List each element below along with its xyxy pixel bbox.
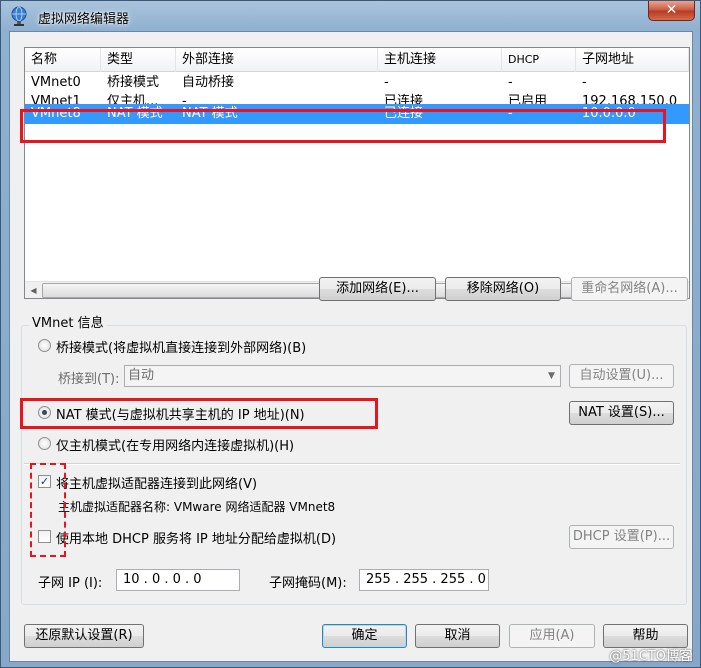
cell-subnet: 192.168.150.0: [582, 94, 678, 104]
close-button[interactable]: ✕: [648, 1, 695, 21]
adapter-name-label: 主机虚拟适配器名称: VMware 网络适配器 VMnet8: [58, 500, 336, 514]
bridged-mode-radio[interactable]: [38, 339, 51, 352]
vmnet-info-label: VMnet 信息: [29, 312, 107, 331]
subnet-mask-input[interactable]: 255 . 255 . 255 . 0: [359, 569, 489, 591]
cell-subnet: -: [582, 75, 587, 90]
subnet-ip-input[interactable]: 10 . 0 . 0 . 0: [116, 569, 240, 591]
cell-external: -: [182, 94, 187, 104]
cancel-button[interactable]: 取消: [415, 624, 500, 648]
chevron-down-icon: ▼: [548, 371, 555, 381]
column-header-dhcp[interactable]: DHCP: [502, 48, 576, 72]
bridged-mode-label[interactable]: 桥接模式(将虚拟机直接连接到外部网络)(B): [56, 337, 306, 356]
cell-name: VMnet0: [31, 75, 81, 90]
column-header-type[interactable]: 类型: [101, 48, 176, 72]
table-row[interactable]: VMnet1 仅主机... - 已连接 已启用 192.168.150.0: [25, 92, 689, 104]
cell-type: 仅主机...: [107, 94, 159, 104]
subnet-ip-label: 子网 IP (I):: [38, 576, 103, 591]
highlight-vmnet8-row: [20, 109, 666, 143]
auto-settings-button[interactable]: 自动设置(U)...: [569, 364, 674, 388]
cell-external: 自动桥接: [182, 75, 235, 90]
cell-host: 已连接: [384, 94, 424, 104]
remove-network-button[interactable]: 移除网络(O): [445, 277, 561, 301]
table-row[interactable]: VMnet0 桥接模式 自动桥接 - - -: [25, 73, 689, 92]
column-header-external[interactable]: 外部连接: [176, 48, 378, 72]
column-header-name[interactable]: 名称: [25, 48, 101, 72]
window-title: 虚拟网络编辑器: [38, 12, 130, 27]
scroll-left-icon[interactable]: ◀: [25, 282, 42, 298]
column-header-subnet[interactable]: 子网地址: [576, 48, 689, 72]
dhcp-label[interactable]: 使用本地 DHCP 服务将 IP 地址分配给虚拟机(D): [56, 528, 336, 547]
bridge-to-label: 桥接到(T):: [58, 372, 120, 387]
add-network-button[interactable]: 添加网络(E)...: [319, 277, 436, 301]
cell-name: VMnet1: [31, 94, 81, 104]
host-only-mode-label[interactable]: 仅主机模式(在专用网络内连接虚拟机)(H): [56, 435, 294, 454]
cell-type: 桥接模式: [107, 75, 160, 90]
host-only-mode-radio[interactable]: [38, 437, 51, 450]
bridge-to-value: 自动: [128, 368, 155, 383]
title-bar[interactable]: 虚拟网络编辑器 ✕: [1, 1, 700, 31]
cell-dhcp: -: [508, 75, 513, 90]
nat-settings-button[interactable]: NAT 设置(S)...: [569, 401, 674, 425]
connect-adapter-label[interactable]: 将主机虚拟适配器连接到此网络(V): [56, 473, 257, 492]
highlight-nat-mode: [20, 398, 378, 429]
virtual-network-editor-window: 虚拟网络编辑器 ✕ 名称 类型 外部连接 主机连接 DHCP 子网地址 VMne…: [0, 0, 701, 668]
apply-button[interactable]: 应用(A): [509, 624, 595, 648]
watermark: @51CTO博客: [609, 649, 692, 664]
dhcp-settings-button[interactable]: DHCP 设置(P)...: [569, 525, 674, 549]
network-list[interactable]: 名称 类型 外部连接 主机连接 DHCP 子网地址 VMnet0 桥接模式 自动…: [24, 47, 690, 299]
divider: [24, 463, 680, 465]
rename-network-button[interactable]: 重命名网络(A)...: [571, 277, 688, 301]
subnet-mask-label: 子网掩码(M):: [269, 576, 347, 591]
cell-host: -: [384, 75, 389, 90]
list-header: 名称 类型 外部连接 主机连接 DHCP 子网地址: [25, 48, 689, 72]
column-header-host[interactable]: 主机连接: [378, 48, 502, 72]
ok-button[interactable]: 确定: [322, 624, 407, 648]
bridge-to-select[interactable]: 自动 ▼: [124, 365, 561, 387]
cell-dhcp: 已启用: [508, 94, 548, 104]
restore-defaults-button[interactable]: 还原默认设置(R): [24, 624, 144, 648]
network-globe-icon: [11, 6, 27, 26]
highlight-checkboxes: [30, 463, 66, 557]
